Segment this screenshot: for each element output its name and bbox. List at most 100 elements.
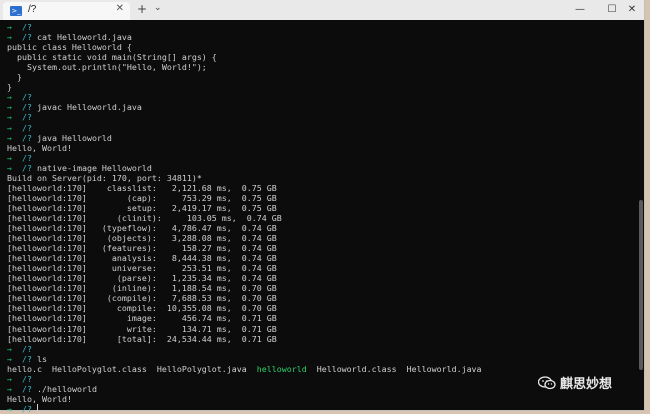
terminal-line: → /? — [7, 403, 38, 414]
prompt-arrow: → — [7, 132, 17, 143]
terminal-line: [helloworld:170] analysis: 8,444.38 ms, … — [7, 253, 277, 263]
terminal-text: [helloworld:170] analysis: 8,444.38 ms, … — [7, 253, 277, 264]
terminal-text: [helloworld:170] write: 134.71 ms, 0.71 … — [7, 323, 277, 334]
terminal-line: System.out.println("Hello, World!"); — [7, 62, 207, 72]
prompt-arrow: → — [7, 383, 17, 394]
wechat-icon — [537, 375, 556, 390]
terminal-line: → /? ls — [7, 354, 47, 364]
terminal-text: [helloworld:170] (typeflow): 4,786.47 ms… — [7, 223, 277, 233]
terminal-text: [helloworld:170] universe: 253.51 ms, 0.… — [7, 263, 277, 274]
watermark: 麒思妙想 — [537, 373, 613, 392]
terminal-text: [helloworld:170] classlist: 2,121.68 ms,… — [7, 182, 277, 193]
terminal-text: [helloworld:170] (clinit): 103.05 ms, 0.… — [7, 212, 282, 223]
close-tab-icon[interactable]: ✕ — [116, 3, 124, 14]
prompt-arrow: → — [7, 403, 17, 414]
prompt-path: /? — [17, 162, 32, 173]
terminal-text: java Helloworld — [32, 132, 112, 143]
terminal-text: [helloworld:170] (objects): 3,288.08 ms,… — [7, 233, 277, 244]
terminal-text: Build on Server(pid: 170, port: 34811)* — [7, 172, 202, 183]
prompt-arrow: → — [7, 22, 17, 32]
terminal-text: Helloworld.class Helloworld.java — [306, 363, 482, 374]
terminal-line: → /? ./helloworld — [7, 384, 97, 394]
terminal-text: [helloworld:170] compile: 10,355.08 ms, … — [7, 303, 277, 314]
terminal-line: } — [7, 82, 12, 92]
executable-file: helloworld — [256, 363, 307, 374]
terminal-line: [helloworld:170] (typeflow): 4,786.47 ms… — [7, 223, 277, 233]
prompt-path: /? — [17, 102, 32, 113]
terminal-line: → /? javac Helloworld.java — [7, 102, 142, 112]
new-tab-button[interactable]: + — [137, 2, 147, 16]
terminal-text: javac Helloworld.java — [32, 102, 142, 113]
prompt-path: /? — [17, 22, 32, 32]
terminal-line: [helloworld:170] (compile): 7,688.53 ms,… — [7, 293, 277, 303]
prompt-arrow: → — [7, 343, 17, 354]
prompt-path: /? — [17, 343, 32, 354]
prompt-path: /? — [17, 112, 32, 123]
scrollbar-thumb[interactable] — [639, 200, 643, 370]
prompt-arrow: → — [7, 162, 17, 173]
terminal-text: [helloworld:170] setup: 2,419.17 ms, 0.7… — [7, 202, 277, 213]
terminal-line: [helloworld:170] classlist: 2,121.68 ms,… — [7, 183, 277, 193]
terminal-line: [helloworld:170] (objects): 3,288.08 ms,… — [7, 233, 277, 243]
prompt-arrow: → — [7, 32, 17, 43]
terminal-line: [helloworld:170] universe: 253.51 ms, 0.… — [7, 263, 277, 273]
terminal-line: → /? — [7, 344, 32, 354]
terminal-text: System.out.println("Hello, World!"); — [7, 62, 207, 73]
close-window-button[interactable]: ✕ — [620, 0, 644, 20]
terminal-text: hello.c HelloPolyglot.class HelloPolyglo… — [7, 363, 257, 374]
terminal-line: [helloworld:170] write: 134.71 ms, 0.71 … — [7, 324, 277, 334]
terminal-line: [helloworld:170] compile: 10,355.08 ms, … — [7, 303, 277, 313]
prompt-path: /? — [17, 32, 32, 43]
terminal-line: [helloworld:170] (inline): 1,188.54 ms, … — [7, 283, 277, 293]
terminal-text: } — [7, 72, 22, 83]
terminal-line: hello.c HelloPolyglot.class HelloPolyglo… — [7, 364, 482, 374]
terminal-text: [helloworld:170] (inline): 1,188.54 ms, … — [7, 283, 277, 294]
chevron-down-icon[interactable]: ⌄ — [154, 3, 162, 13]
terminal-text: cat Helloworld.java — [32, 32, 132, 43]
terminal-line: [helloworld:170] setup: 2,419.17 ms, 0.7… — [7, 203, 277, 213]
terminal-line: → /? — [7, 22, 32, 32]
tab-terminal[interactable]: >_ /? ✕ — [3, 2, 130, 20]
prompt-path: /? — [17, 373, 32, 384]
terminal-text: [helloworld:170] (features): 158.27 ms, … — [7, 243, 277, 254]
terminal-line: public class Helloworld { — [7, 42, 132, 52]
terminal-text: [helloworld:170] image: 456.74 ms, 0.71 … — [7, 313, 277, 324]
terminal-line: [helloworld:170] image: 456.74 ms, 0.71 … — [7, 313, 277, 323]
terminal-line: → /? — [7, 92, 32, 102]
terminal-line: → /? — [7, 123, 32, 133]
prompt-arrow: → — [7, 373, 17, 384]
prompt-path: /? — [17, 152, 32, 163]
terminal-line: [helloworld:170] (clinit): 103.05 ms, 0.… — [7, 213, 282, 223]
prompt-arrow: → — [7, 152, 17, 163]
prompt-arrow: → — [7, 353, 17, 364]
terminal-text: ./helloworld — [32, 383, 97, 394]
terminal-line: → /? — [7, 153, 32, 163]
terminal-line: Hello, World! — [7, 394, 72, 404]
prompt-path: /? — [17, 403, 32, 414]
terminal-line: → /? — [7, 374, 32, 384]
terminal-text: [helloworld:170] [total]: 24,534.44 ms, … — [7, 333, 277, 344]
terminal-text: public static void main(String[] args) { — [7, 52, 217, 63]
terminal-line: [helloworld:170] [total]: 24,534.44 ms, … — [7, 334, 277, 344]
prompt-arrow: → — [7, 112, 17, 123]
title-bar: >_ /? ✕ + ⌄ — ☐ ✕ — [0, 0, 644, 20]
terminal-window: >_ /? ✕ + ⌄ — ☐ ✕ → /? → /? cat Helloworl… — [0, 0, 644, 414]
terminal-line: → /? java Helloworld — [7, 133, 112, 143]
terminal-line: [helloworld:170] (parse): 1,235.34 ms, 0… — [7, 273, 277, 283]
watermark-text: 麒思妙想 — [560, 376, 613, 392]
tab-title: /? — [28, 4, 37, 15]
terminal-output[interactable]: → /? → /? cat Helloworld.java public class… — [0, 20, 636, 414]
terminal-line: → /? native-image Helloworld — [7, 163, 152, 173]
terminal-icon: >_ — [10, 6, 22, 16]
terminal-line: Hello, World! — [7, 143, 72, 153]
terminal-text: [helloworld:170] (compile): 7,688.53 ms,… — [7, 293, 277, 304]
minimize-button[interactable]: — — [564, 0, 596, 20]
text-cursor — [37, 403, 38, 413]
terminal-text: [helloworld:170] (parse): 1,235.34 ms, 0… — [7, 273, 277, 284]
terminal-line: → /? — [7, 112, 32, 122]
scrollbar[interactable] — [638, 20, 644, 410]
prompt-path: /? — [17, 92, 32, 103]
prompt-arrow: → — [7, 92, 17, 103]
terminal-text: } — [7, 82, 12, 93]
prompt-path: /? — [17, 383, 32, 394]
